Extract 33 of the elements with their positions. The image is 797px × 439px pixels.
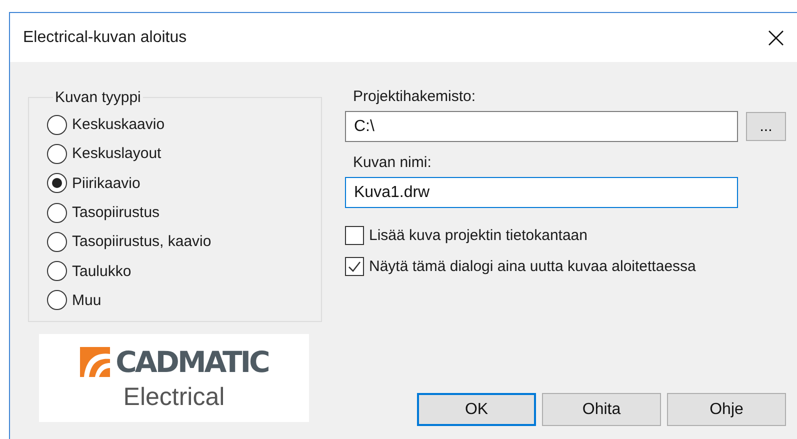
group-label: Kuvan tyyppi [54, 89, 142, 106]
checkmark-icon [347, 259, 362, 274]
radio-label[interactable]: Piirikaavio [72, 174, 140, 192]
browse-button[interactable]: ... [746, 112, 786, 141]
logo-icon [80, 346, 110, 377]
dialog-button[interactable]: Ohje [667, 393, 786, 426]
checkbox-label[interactable]: Lisää kuva projektin tietokantaan [369, 227, 588, 244]
input-field[interactable]: C:\ [345, 111, 738, 142]
radio-button[interactable] [47, 144, 67, 164]
radio-label[interactable]: Taulukko [72, 262, 132, 280]
radio-button[interactable] [47, 290, 67, 310]
close-icon[interactable] [768, 30, 784, 46]
radio-button[interactable] [47, 232, 67, 252]
radio-button[interactable] [47, 114, 67, 135]
radio-label[interactable]: Keskuslayout [72, 145, 162, 162]
field-label: Projektihakemisto: [353, 88, 477, 107]
radio-label[interactable]: Tasopiirustus [72, 204, 160, 222]
radio-button[interactable] [47, 173, 67, 194]
radio-label[interactable]: Keskuskaavio [72, 116, 165, 134]
dialog-button[interactable]: Ohita [542, 393, 661, 426]
field-label: Kuvan nimi: [353, 154, 432, 173]
checkbox[interactable] [345, 257, 364, 276]
window-title: Electrical-kuvan aloitus [23, 28, 187, 46]
dialog-button[interactable]: OK [417, 393, 536, 426]
radio-button[interactable] [47, 202, 67, 223]
logo-text: CADMATIC [116, 344, 268, 379]
product-name: Electrical [123, 382, 225, 412]
radio-button[interactable] [47, 261, 67, 282]
checkbox-label[interactable]: Näytä tämä dialogi aina uutta kuvaa aloitettaessa [369, 258, 696, 275]
checkbox[interactable] [345, 226, 364, 245]
radio-label[interactable]: Muu [72, 292, 102, 309]
radio-label[interactable]: Tasopiirustus, kaavio [72, 233, 212, 250]
input-field[interactable]: Kuva1.drw [345, 177, 738, 208]
